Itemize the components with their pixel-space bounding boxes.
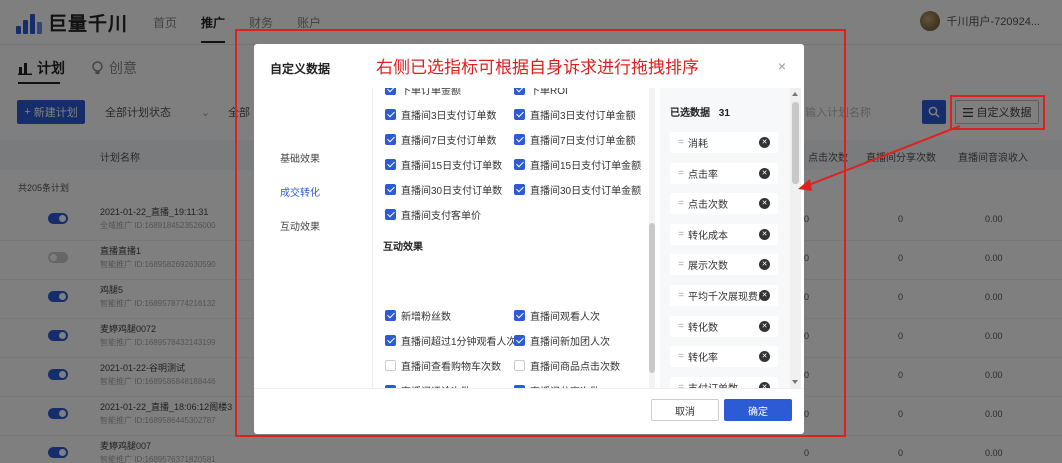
annotation-arrow [798, 125, 961, 191]
page: 巨量千川 首页 推广 财务 账户 千川用户-720924... 计划 创意 + … [0, 0, 1062, 463]
